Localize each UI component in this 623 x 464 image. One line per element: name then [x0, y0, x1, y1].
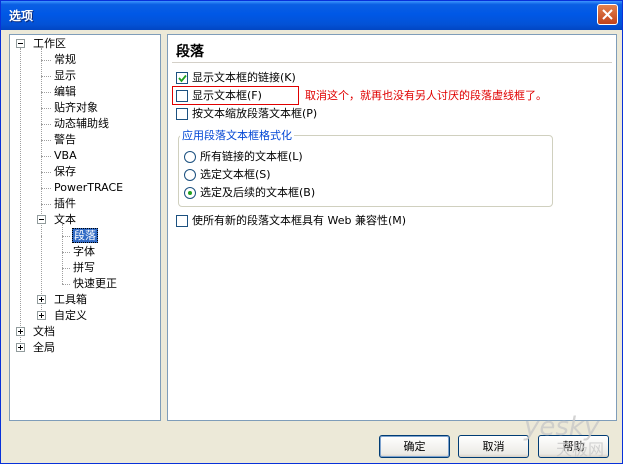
tree-item[interactable]: 文档 — [32, 324, 56, 340]
tree-connector — [41, 204, 51, 205]
tree-item-label: 贴齐对象 — [54, 101, 98, 114]
tree-item[interactable]: 保存 — [53, 164, 77, 180]
tree-connector — [41, 124, 51, 125]
checkmark-icon — [178, 74, 187, 83]
tree-connector — [41, 188, 51, 189]
tree-item-label: 字体 — [73, 245, 95, 258]
yesky-watermark-logo: yesky 天极网 — [523, 412, 604, 459]
ok-button[interactable]: 确定 — [379, 435, 450, 458]
tree-item[interactable]: 编辑 — [53, 84, 77, 100]
tree-connector — [62, 252, 70, 253]
radio-all-linked-button[interactable] — [184, 151, 196, 163]
radio-selected-frame-button[interactable] — [184, 169, 196, 181]
tree-connector — [41, 92, 51, 93]
tree-connector — [41, 60, 51, 61]
expand-plus-icon[interactable] — [37, 311, 46, 320]
tree-connector — [41, 76, 51, 77]
tree-item-label: 显示 — [54, 69, 76, 82]
expand-plus-icon[interactable] — [16, 327, 25, 336]
expand-plus-icon[interactable] — [16, 343, 25, 352]
tree-item[interactable]: 警告 — [53, 132, 77, 148]
watermark-subtext: 天极网 — [556, 440, 604, 459]
show-frame-label: 显示文本框(F) — [192, 89, 262, 102]
tree-connector — [41, 108, 51, 109]
tree-item-label: 编辑 — [54, 85, 76, 98]
collapse-minus-icon[interactable] — [16, 39, 25, 48]
tree-item[interactable]: 文本 — [53, 212, 77, 228]
close-icon — [602, 9, 613, 20]
scale-paragraph-checkbox[interactable] — [176, 108, 188, 120]
tree-item[interactable]: 自定义 — [53, 308, 88, 324]
tree-item-label: 动态辅助线 — [54, 117, 109, 130]
tree-item-label: 段落 — [72, 228, 98, 243]
category-tree[interactable]: 工作区常规显示编辑贴齐对象动态辅助线警告 VBA 保存 PowerTRACE 插件文本段… — [9, 34, 161, 421]
title-bar[interactable]: 选项 — [1, 1, 622, 30]
tree-item-label: 插件 — [54, 197, 76, 210]
tree-item-label: 工具箱 — [54, 293, 87, 306]
tree-item-label: 拼写 — [73, 261, 95, 274]
tree-item[interactable]: PowerTRACE — [53, 180, 124, 196]
page-title: 段落 — [176, 44, 204, 60]
web-compatible-checkbox[interactable] — [176, 215, 188, 227]
tree-item[interactable]: 拼写 — [72, 260, 96, 276]
tree-connector — [62, 284, 70, 285]
collapse-minus-icon[interactable] — [37, 215, 46, 224]
tree-item[interactable]: 常规 — [53, 52, 77, 68]
window-title: 选项 — [9, 9, 34, 23]
tree-guide-line — [41, 236, 42, 316]
radio-selected-frame-label: 选定文本框(S) — [200, 168, 271, 181]
tree-item[interactable]: 显示 — [53, 68, 77, 84]
tree-connector — [62, 268, 70, 269]
tree-item-label: 文本 — [54, 213, 76, 226]
tree-item-label: 快速更正 — [73, 277, 117, 290]
tree-item-label: 文档 — [33, 325, 55, 338]
show-linked-frames-label: 显示文本框的链接(K) — [192, 71, 296, 84]
red-annotation-text: 取消这个，就再也没有另人讨厌的段落虚线框了。 — [305, 89, 547, 102]
tree-item-label: 全局 — [33, 341, 55, 354]
show-frame-checkbox[interactable] — [176, 90, 188, 102]
tree-connector — [41, 140, 51, 141]
paragraph-panel: 段落 显示文本框的链接(K) 显示文本框(F) 取消这个，就再也没有另人讨厌的段… — [167, 34, 617, 421]
tree-item[interactable]: 动态辅助线 — [53, 116, 110, 132]
expand-plus-icon[interactable] — [37, 295, 46, 304]
tree-connector — [41, 156, 51, 157]
options-dialog: 选项 工作区常规显示编辑贴齐对象动态辅助线警告 VBA 保存 PowerTRACE 插件… — [0, 0, 623, 464]
tree-item[interactable]: 字体 — [72, 244, 96, 260]
tree-item[interactable]: 工作区 — [32, 36, 67, 52]
scale-paragraph-label: 按文本缩放段落文本框(P) — [192, 107, 318, 120]
close-button[interactable] — [597, 4, 618, 25]
tree-item-label: 工作区 — [33, 37, 66, 50]
cancel-button[interactable]: 取消 — [458, 435, 529, 458]
tree-item[interactable]: VBA — [53, 148, 78, 164]
tree-guide-line — [20, 48, 21, 348]
tree-item-label: 常规 — [54, 53, 76, 66]
tree-item-label: 自定义 — [54, 309, 87, 322]
tree-item[interactable]: 贴齐对象 — [53, 100, 99, 116]
tree-item[interactable]: 段落 — [72, 228, 98, 244]
tree-item-label: VBA — [54, 149, 77, 162]
radio-selected-and-following-button[interactable] — [184, 187, 196, 199]
format-group-legend: 应用段落文本框格式化 — [180, 129, 294, 143]
web-compatible-label: 使所有新的段落文本框具有 Web 兼容性(M) — [192, 214, 407, 227]
tree-connector — [41, 172, 51, 173]
watermark-text: yesky — [523, 412, 600, 442]
tree-item-label: 警告 — [54, 133, 76, 146]
tree-item-label: PowerTRACE — [54, 181, 124, 194]
tree-item[interactable]: 快速更正 — [72, 276, 118, 292]
tree-item-label: 保存 — [54, 165, 76, 178]
title-divider — [172, 62, 612, 63]
tree-connector — [62, 236, 70, 237]
tree-item[interactable]: 工具箱 — [53, 292, 88, 308]
tree-guide-line — [62, 224, 63, 284]
tree-item[interactable]: 全局 — [32, 340, 56, 356]
radio-selected-and-following-label: 选定及后续的文本框(B) — [200, 186, 316, 199]
show-linked-frames-checkbox[interactable] — [176, 72, 188, 84]
radio-all-linked-label: 所有链接的文本框(L) — [200, 150, 303, 163]
tree-item[interactable]: 插件 — [53, 196, 77, 212]
